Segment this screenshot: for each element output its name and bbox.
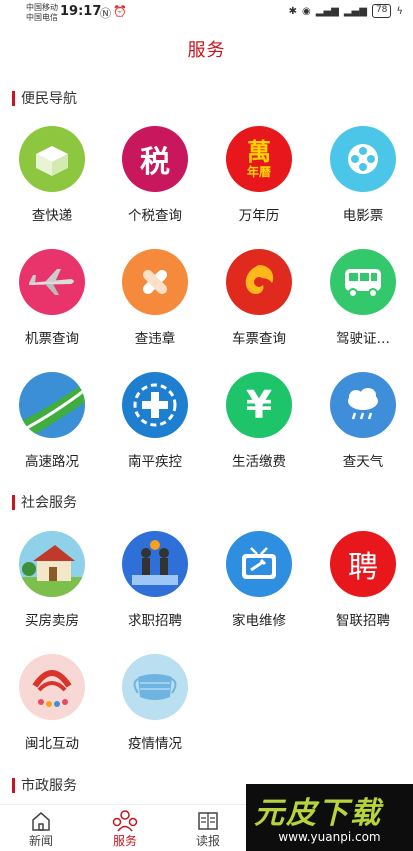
service-item-label: 生活缴费 — [232, 454, 286, 470]
page-title: 服务 — [187, 40, 226, 61]
service-item-label: 买房卖房 — [25, 613, 79, 629]
service-item-highway[interactable]: 高速路况 — [2, 372, 102, 470]
service-item-label: 查快递 — [31, 208, 73, 224]
newspaper-icon — [178, 810, 238, 832]
service-item-label: 疫情情况 — [128, 736, 182, 752]
nav-label: 新闻 — [28, 834, 53, 848]
watermark-logo-text: 元皮下载 — [254, 796, 382, 831]
watermark-url: www.yuanpi.com — [278, 830, 381, 844]
service-item-label: 家电维修 — [232, 613, 286, 629]
service-item-zhaopin[interactable]: 聘 智联招聘 — [313, 531, 413, 629]
home-icon — [11, 810, 71, 832]
airplane-icon — [19, 249, 85, 315]
wifi-icon: ◉ — [302, 5, 311, 17]
service-item-label: 南平疾控 — [128, 454, 182, 470]
service-item-housing[interactable]: 买房卖房 — [2, 531, 102, 629]
service-item-jobs[interactable]: 求职招聘 — [105, 531, 205, 629]
service-item-label: 车票查询 — [232, 331, 286, 347]
service-item-label: 机票查询 — [25, 331, 79, 347]
watermark-banner: 元皮下载 www.yuanpi.com — [246, 784, 413, 851]
signal-icon-2: ▂▄▆ — [343, 5, 367, 17]
service-item-interaction[interactable]: 闽北互动 — [2, 654, 102, 752]
signal-icon-1: ▂▄▆ — [315, 5, 339, 17]
ticket-icon — [226, 249, 292, 315]
section-header-convenience: 便民导航 — [12, 89, 77, 107]
service-item-label: 求职招聘 — [128, 613, 182, 629]
tax-icon: 税 — [122, 126, 188, 192]
film-reel-icon — [330, 126, 396, 192]
service-item-license[interactable]: 驾驶证… — [313, 249, 413, 347]
nav-item-news[interactable]: 新闻 — [11, 810, 71, 849]
mask-icon — [122, 654, 188, 720]
service-item-ticket[interactable]: 车票查询 — [209, 249, 309, 347]
service-item-label: 高速路况 — [25, 454, 79, 470]
service-item-repair[interactable]: 家电维修 — [209, 531, 309, 629]
service-item-flight[interactable]: 机票查询 — [2, 249, 102, 347]
bluetooth-icon: ✱ — [288, 5, 298, 17]
nav-item-service[interactable]: 服务 — [95, 810, 155, 849]
section-title: 便民导航 — [21, 91, 77, 107]
service-item-express[interactable]: 查快递 — [2, 126, 102, 224]
yuan-icon: ¥ — [226, 372, 292, 438]
tv-repair-icon — [226, 531, 292, 597]
nav-item-newspaper[interactable]: 读报 — [178, 810, 238, 849]
section-header-social: 社会服务 — [12, 493, 77, 511]
service-item-cdc[interactable]: 南平疾控 — [105, 372, 205, 470]
status-right: ✱ ◉ ▂▄▆ ▂▄▆ 78 ϟ — [289, 4, 403, 18]
service-item-label: 查天气 — [342, 454, 384, 470]
carrier-info: 中国移动 中国电信 — [26, 3, 58, 23]
service-item-utility[interactable]: ¥ 生活缴费 — [209, 372, 309, 470]
section-header-municipal: 市政服务 — [12, 776, 77, 794]
medical-cross-icon — [122, 372, 188, 438]
status-bar: 中国移动 中国电信 19:17 Ⓝ ⏰ ✱ ◉ ▂▄▆ ▂▄▆ 78 ϟ — [0, 0, 413, 28]
nav-label: 读报 — [195, 834, 220, 848]
service-item-movie[interactable]: 电影票 — [313, 126, 413, 224]
recruit-icon: 聘 — [330, 531, 396, 597]
service-item-violation[interactable]: 查违章 — [105, 249, 205, 347]
package-icon — [19, 126, 85, 192]
service-item-label: 驾驶证… — [336, 331, 390, 347]
section-accent-bar — [12, 90, 15, 106]
service-item-label: 闽北互动 — [25, 736, 79, 752]
house-icon — [19, 531, 85, 597]
service-item-weather[interactable]: 查天气 — [313, 372, 413, 470]
service-item-epidemic[interactable]: 疫情情况 — [105, 654, 205, 752]
weather-icon — [330, 372, 396, 438]
job-icon — [122, 531, 188, 597]
section-accent-bar — [12, 494, 15, 510]
service-page: 中国移动 中国电信 19:17 Ⓝ ⏰ ✱ ◉ ▂▄▆ ▂▄▆ 78 ϟ 服务 … — [0, 0, 413, 851]
section-accent-bar — [12, 777, 15, 793]
charging-icon: ϟ — [396, 5, 403, 17]
service-item-label: 个税查询 — [128, 208, 182, 224]
service-item-label: 万年历 — [238, 208, 280, 224]
nfc-icon: Ⓝ — [100, 7, 111, 20]
service-item-label: 智联招聘 — [336, 613, 390, 629]
carrier-1: 中国移动 — [26, 3, 58, 12]
service-item-tax[interactable]: 税 个税查询 — [105, 126, 205, 224]
highway-icon — [19, 372, 85, 438]
battery-icon: 78 — [371, 4, 392, 18]
calendar-icon: 萬 年曆 — [226, 126, 292, 192]
service-item-calendar[interactable]: 萬 年曆 万年历 — [209, 126, 309, 224]
bus-icon — [330, 249, 396, 315]
violation-icon — [122, 249, 188, 315]
service-icon — [95, 810, 155, 832]
carrier-2: 中国电信 — [26, 13, 58, 22]
status-time: 19:17 — [60, 4, 102, 19]
section-title: 社会服务 — [21, 495, 77, 511]
alarm-icon: ⏰ — [113, 5, 127, 18]
nav-label: 服务 — [112, 834, 137, 848]
community-icon — [19, 654, 85, 720]
service-item-label: 电影票 — [342, 208, 384, 224]
section-title: 市政服务 — [21, 778, 77, 794]
service-item-label: 查违章 — [134, 331, 176, 347]
